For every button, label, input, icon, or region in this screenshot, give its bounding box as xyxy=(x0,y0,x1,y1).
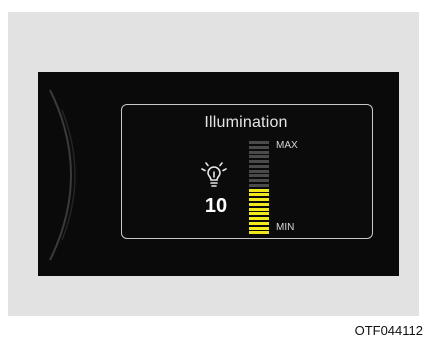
gauge-segment xyxy=(249,217,269,221)
gauge-segment xyxy=(249,183,269,187)
gauge-max-label: MAX xyxy=(276,140,298,151)
gauge-segment xyxy=(249,174,269,178)
gauge-segment xyxy=(249,141,269,145)
gauge-segment xyxy=(249,164,269,168)
gauge-segment xyxy=(249,155,269,159)
illumination-value: 10 xyxy=(204,195,228,217)
brightness-bulb-icon xyxy=(199,160,229,190)
gauge-segment xyxy=(249,212,269,216)
illumination-level-gauge xyxy=(249,140,269,235)
gauge-segment xyxy=(249,150,269,154)
gauge-segment xyxy=(249,179,269,183)
gauge-segment xyxy=(249,221,269,225)
gauge-segment xyxy=(249,145,269,149)
gauge-segment xyxy=(249,207,269,211)
gauge-segment xyxy=(249,188,269,192)
gauge-min-label: MIN xyxy=(276,222,295,233)
gauge-segment xyxy=(249,226,269,230)
gauge-segment xyxy=(249,193,269,197)
gauge-segment xyxy=(249,160,269,164)
figure-code: OTF044112 xyxy=(354,323,423,338)
gauge-segment xyxy=(249,231,269,235)
gauge-segment xyxy=(249,202,269,206)
gauge-segment xyxy=(249,198,269,202)
panel-title: Illumination xyxy=(204,114,288,131)
gauge-segment xyxy=(249,169,269,173)
